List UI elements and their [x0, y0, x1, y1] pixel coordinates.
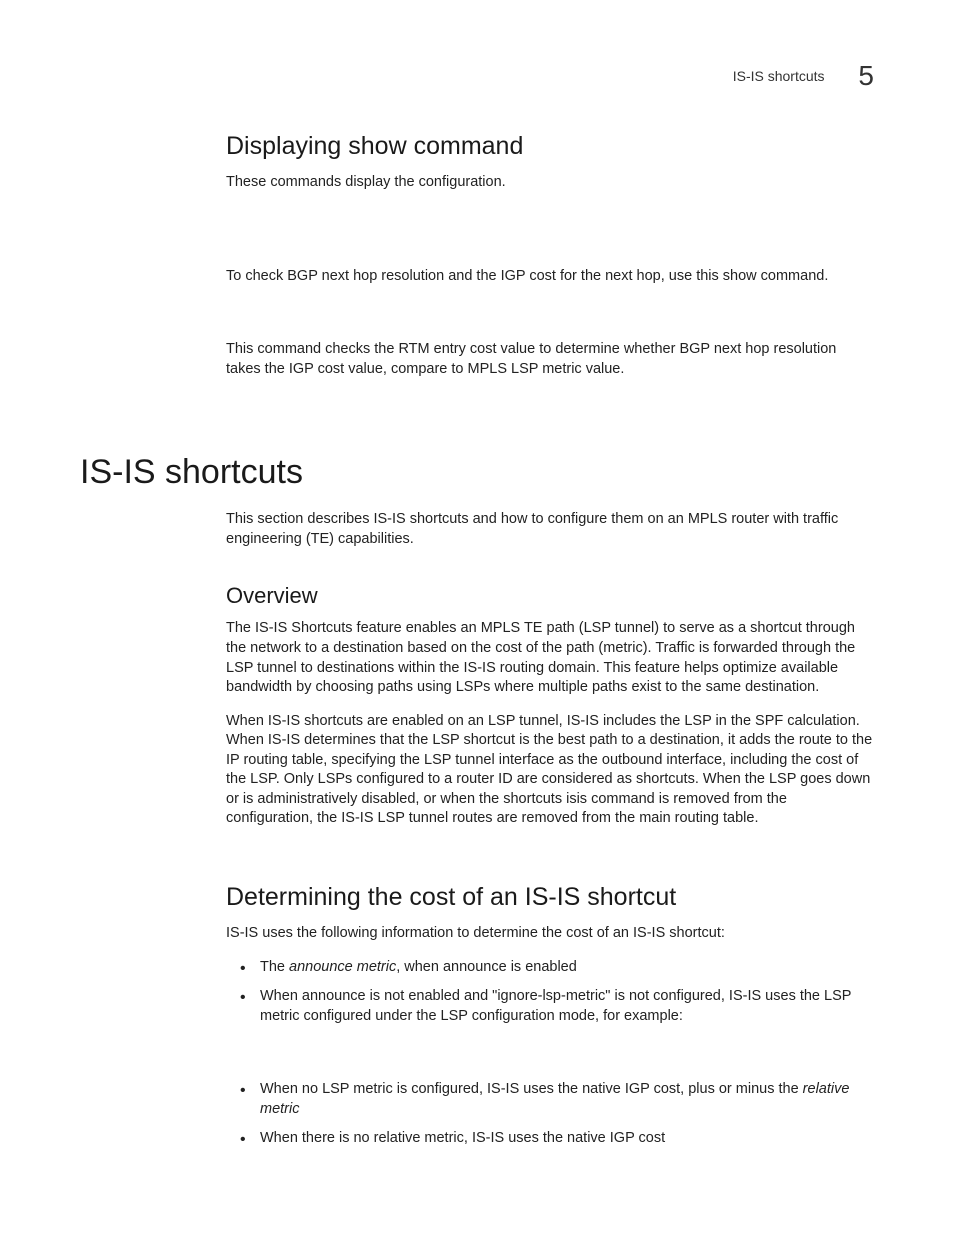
text: The: [260, 959, 289, 975]
heading-overview: Overview: [226, 583, 874, 609]
paragraph: IS-IS uses the following information to …: [226, 924, 874, 944]
paragraph: To check BGP next hop resolution and the…: [226, 267, 874, 287]
heading-determining-cost: Determining the cost of an IS-IS shortcu…: [226, 883, 874, 912]
heading-displaying-show-command: Displaying show command: [226, 132, 874, 161]
running-header: IS-IS shortcuts 5: [80, 60, 874, 92]
bullet-list: When no LSP metric is configured, IS-IS …: [226, 1080, 874, 1149]
list-item: When there is no relative metric, IS-IS …: [226, 1129, 874, 1149]
list-item: When no LSP metric is configured, IS-IS …: [226, 1080, 874, 1119]
text: When announce is not enabled and "ignore…: [260, 988, 851, 1024]
text: When there is no relative metric, IS-IS …: [260, 1130, 665, 1146]
header-chapter-number: 5: [858, 60, 874, 91]
text: When no LSP metric is configured, IS-IS …: [260, 1081, 803, 1097]
text: , when announce is enabled: [396, 959, 577, 975]
paragraph: When IS-IS shortcuts are enabled on an L…: [226, 712, 874, 829]
paragraph: The IS-IS Shortcuts feature enables an M…: [226, 619, 874, 697]
header-section-name: IS-IS shortcuts: [733, 68, 825, 84]
section-displaying-show-command: Displaying show command These commands d…: [226, 132, 874, 379]
paragraph: This section describes IS-IS shortcuts a…: [226, 510, 874, 549]
page: IS-IS shortcuts 5 Displaying show comman…: [0, 0, 954, 1235]
section-isis-intro: This section describes IS-IS shortcuts a…: [226, 510, 874, 1149]
bullet-list: The announce metric, when announce is en…: [226, 958, 874, 1027]
emphasis: announce metric: [289, 959, 396, 975]
paragraph: These commands display the configuration…: [226, 173, 874, 193]
heading-isis-shortcuts: IS-IS shortcuts: [80, 453, 874, 492]
list-item: When announce is not enabled and "ignore…: [226, 987, 874, 1026]
list-item: The announce metric, when announce is en…: [226, 958, 874, 978]
paragraph: This command checks the RTM entry cost v…: [226, 340, 874, 379]
